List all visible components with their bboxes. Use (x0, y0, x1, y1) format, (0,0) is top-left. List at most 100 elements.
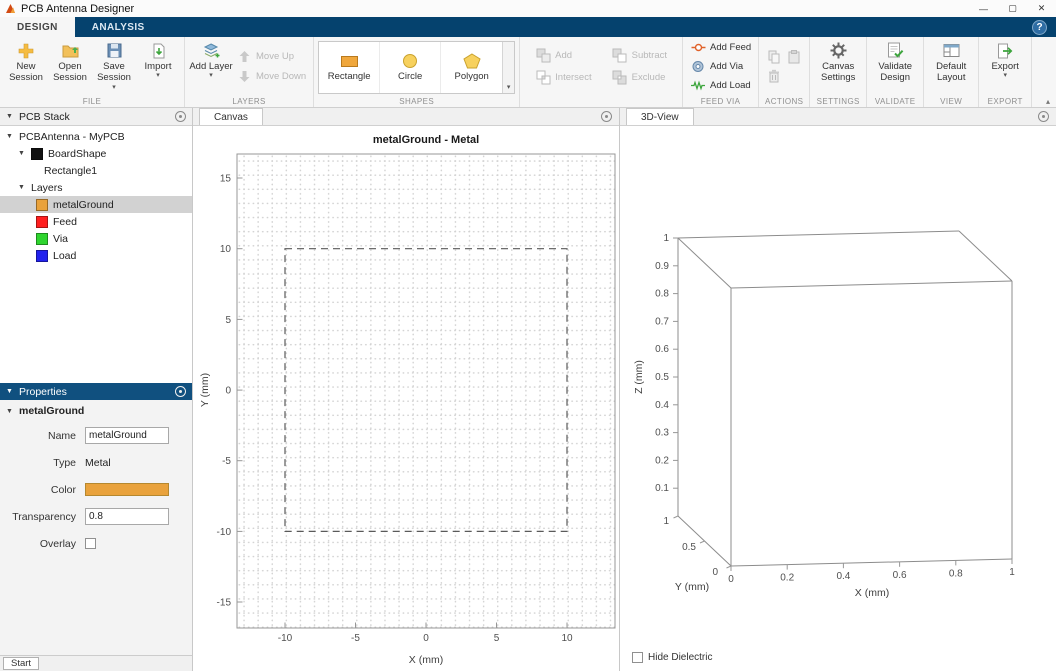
export-button[interactable]: Export (983, 39, 1027, 94)
tree-node-via[interactable]: Via (0, 230, 192, 247)
shape-rectangle-button[interactable]: Rectangle (319, 42, 381, 93)
x-tick-label: -10 (278, 633, 293, 644)
tree-node-feed[interactable]: Feed (0, 213, 192, 230)
validate-design-button[interactable]: Validate Design (871, 39, 919, 94)
shape-circle-button[interactable]: Circle (380, 42, 442, 93)
tab-design[interactable]: DESIGN (0, 17, 75, 37)
group-file: New Session Open Session Save Session Im… (0, 37, 185, 107)
open-session-button[interactable]: Open Session (48, 39, 92, 94)
tab-analysis[interactable]: ANALYSIS (75, 17, 162, 37)
gallery-dropdown-button[interactable] (502, 42, 515, 93)
tree-node-boardshape[interactable]: BoardShape (0, 145, 192, 162)
tab-3d-view[interactable]: 3D-View (626, 108, 694, 125)
add-layer-button[interactable]: Add Layer (189, 39, 233, 94)
y-ticks (237, 177, 243, 603)
tree-node-root[interactable]: PCBAntenna - MyPCB (0, 128, 192, 145)
ribbon-tabbar: DESIGN ANALYSIS ? (0, 17, 1056, 37)
z-tick-label: 0.5 (655, 372, 669, 383)
start-button[interactable]: Start (3, 657, 40, 670)
gear-icon (830, 41, 847, 60)
x-tick-label-3d: 1 (1009, 567, 1015, 578)
tree-node-layers[interactable]: Layers (0, 179, 192, 196)
save-session-button[interactable]: Save Session (92, 39, 136, 94)
load-color-swatch (36, 249, 48, 262)
save-session-label: Save Session (97, 61, 131, 84)
minimize-button[interactable]: — (969, 0, 998, 17)
collapse-toolstrip-icon[interactable] (1046, 97, 1050, 106)
panel-options-icon[interactable] (601, 111, 612, 122)
group-boolean: Add Subtract Intersect Exclude (520, 37, 683, 107)
delete-button[interactable] (766, 69, 782, 84)
panel-options-icon[interactable] (1038, 111, 1049, 122)
new-session-label: New Session (9, 61, 43, 84)
move-up-icon (236, 49, 252, 64)
pcb-stack-title: PCB Stack (19, 110, 70, 123)
copy-icon (768, 50, 780, 64)
move-down-button[interactable]: Move Down (233, 68, 309, 85)
view3d-plot-area[interactable]: 0.1 0.2 0.3 0.4 0.5 0.6 0.7 0.8 0.9 1 0 … (620, 126, 1056, 671)
add-via-button[interactable]: Add Via (687, 58, 754, 75)
transparency-label: Transparency (12, 510, 76, 523)
maximize-button[interactable]: ▢ (998, 0, 1027, 17)
z-tick-label: 0.7 (655, 316, 669, 327)
help-button[interactable]: ? (1032, 19, 1047, 35)
tree-node-rectangle1[interactable]: Rectangle1 (0, 162, 192, 179)
paste-button[interactable] (786, 50, 802, 65)
y-tick-label: 0 (225, 386, 231, 397)
add-feed-button[interactable]: Add Feed (687, 39, 754, 56)
trash-icon (769, 69, 780, 83)
import-button[interactable]: Import (136, 39, 180, 94)
group-actions: ACTIONS (759, 37, 811, 107)
z-tick-label: 0.8 (655, 289, 669, 300)
transparency-field[interactable] (85, 508, 169, 525)
hide-dielectric-checkbox[interactable] (632, 652, 643, 663)
subtract-label: Subtract (631, 50, 667, 61)
close-button[interactable]: ✕ (1027, 0, 1056, 17)
group-shapes: Rectangle Circle Polygon SHAPES (314, 37, 521, 107)
dropdown-caret-icon (209, 72, 213, 79)
tree-node-load[interactable]: Load (0, 247, 192, 264)
exclude-button[interactable]: Exclude (609, 69, 670, 86)
boardshape-label: BoardShape (48, 147, 107, 160)
export-label: Export (991, 61, 1019, 72)
y-tick-label-3d: 1 (663, 516, 669, 527)
copy-button[interactable] (766, 50, 782, 65)
canvas-settings-button[interactable]: Canvas Settings (814, 39, 862, 94)
app-icon (5, 3, 16, 14)
add-boolean-button[interactable]: Add (532, 47, 594, 64)
via-label: Via (53, 232, 68, 245)
subtract-button[interactable]: Subtract (609, 47, 670, 64)
canvas-panel: Canvas metalGround - Metal -10 -5 0 5 10… (193, 108, 620, 671)
properties-section-header[interactable]: metalGround (0, 400, 192, 417)
panel-options-icon[interactable] (175, 111, 186, 122)
canvas-plot-area[interactable]: metalGround - Metal -10 -5 0 5 10 15 10 … (193, 126, 619, 671)
metalground-shape-outline[interactable] (284, 248, 568, 533)
save-icon (107, 41, 122, 60)
panel-options-icon[interactable] (175, 386, 186, 397)
add-load-button[interactable]: Add Load (687, 77, 754, 94)
collapse-arrow-icon[interactable] (18, 184, 26, 191)
tab-canvas[interactable]: Canvas (199, 108, 263, 125)
color-picker-swatch[interactable] (85, 483, 169, 496)
group-layers-label: LAYERS (232, 97, 266, 106)
y-tick-label: 10 (220, 244, 232, 255)
overlay-checkbox[interactable] (85, 538, 96, 549)
collapse-arrow-icon[interactable] (18, 150, 26, 157)
z-tick-label: 0.2 (655, 455, 669, 466)
name-field[interactable] (85, 427, 169, 444)
tree-node-metalground[interactable]: metalGround (0, 196, 192, 213)
intersect-button[interactable]: Intersect (532, 69, 594, 86)
overlay-label: Overlay (39, 537, 76, 550)
shape-polygon-button[interactable]: Polygon (441, 42, 502, 93)
group-file-label: FILE (82, 97, 102, 106)
collapse-arrow-icon[interactable] (6, 113, 14, 120)
collapse-arrow-icon[interactable] (6, 133, 14, 140)
collapse-arrow-icon[interactable] (6, 388, 14, 395)
feed-label: Feed (53, 215, 77, 228)
collapse-arrow-icon[interactable] (6, 408, 14, 415)
new-session-button[interactable]: New Session (4, 39, 48, 94)
group-export-label: EXPORT (987, 97, 1023, 106)
move-up-button[interactable]: Move Up (233, 48, 309, 65)
properties-header: Properties (0, 383, 192, 400)
default-layout-button[interactable]: Default Layout (928, 39, 974, 94)
